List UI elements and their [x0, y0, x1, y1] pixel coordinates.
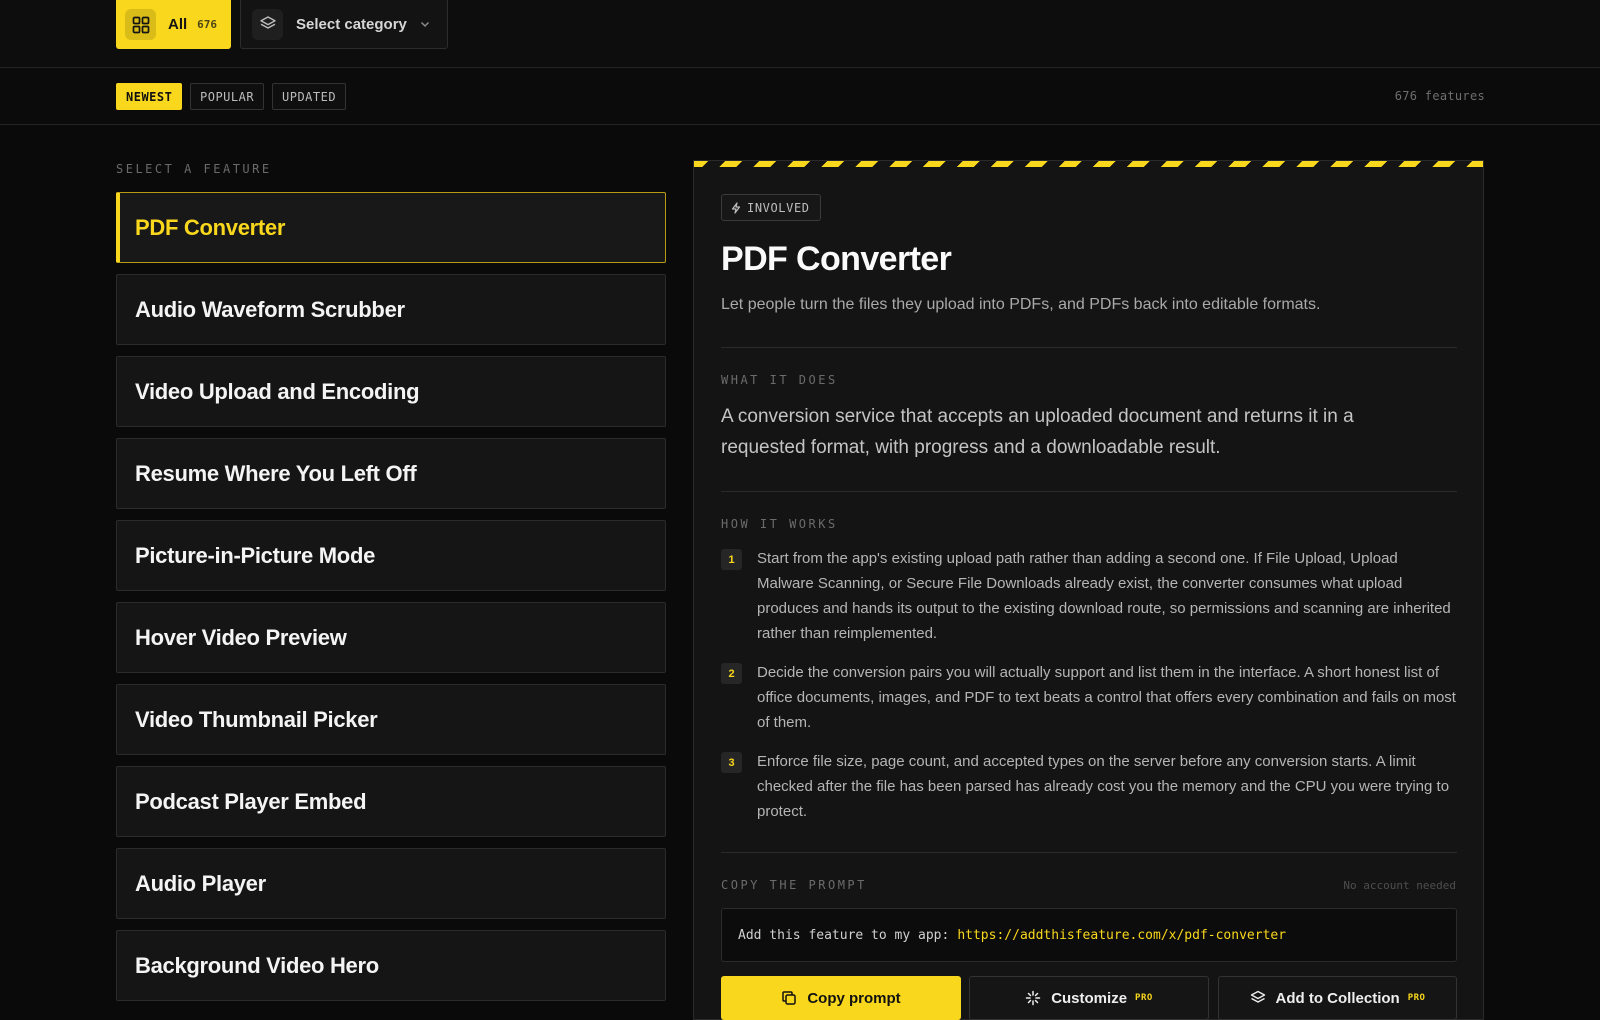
- no-account-note: No account needed: [1343, 879, 1456, 892]
- sort-popular[interactable]: POPULAR: [190, 83, 265, 110]
- list-item[interactable]: Audio Player: [116, 848, 666, 919]
- step-item: 3 Enforce file size, page count, and acc…: [721, 749, 1457, 824]
- what-it-does-label: WHAT IT DOES: [721, 373, 838, 387]
- list-title: SELECT A FEATURE: [116, 162, 272, 176]
- list-item[interactable]: PDF Converter: [116, 192, 666, 263]
- step-text: Enforce file size, page count, and accep…: [757, 753, 1450, 820]
- sort-updated[interactable]: UPDATED: [272, 83, 347, 110]
- prompt-url[interactable]: https://addthisfeature.com/x/pdf-convert…: [957, 928, 1286, 943]
- hazard-stripe: [694, 161, 1483, 167]
- badge-label: INVOLVED: [747, 200, 810, 215]
- list-item[interactable]: Video Thumbnail Picker: [116, 684, 666, 755]
- layers-icon: [252, 8, 283, 40]
- top-bar: All 676 Select category: [0, 0, 1600, 68]
- bolt-icon: [731, 201, 741, 214]
- what-it-does-text: A conversion service that accepts an upl…: [721, 406, 1354, 458]
- grid-icon: [125, 9, 156, 40]
- step-number: 2: [721, 663, 742, 684]
- all-count: 676: [197, 18, 218, 31]
- layers-icon: [1250, 990, 1265, 1003]
- add-to-collection-label: Add to Collection: [1275, 989, 1400, 1007]
- category-placeholder: Select category: [296, 15, 407, 33]
- chevron-down-icon: [419, 18, 431, 30]
- feature-subtitle: Let people turn the files they upload in…: [721, 296, 1321, 313]
- divider: [721, 347, 1457, 348]
- step-text: Decide the conversion pairs you will act…: [757, 664, 1456, 731]
- list-item[interactable]: Audio Waveform Scrubber: [116, 274, 666, 345]
- prompt-box[interactable]: Add this feature to my app: https://addt…: [721, 908, 1457, 962]
- customize-button[interactable]: Customize PRO: [969, 976, 1209, 1020]
- step-item: 1 Start from the app's existing upload p…: [721, 546, 1457, 646]
- list-item[interactable]: Resume Where You Left Off: [116, 438, 666, 509]
- list-item[interactable]: Background Video Hero: [116, 930, 666, 1001]
- feature-list: PDF Converter Audio Waveform Scrubber Vi…: [116, 192, 666, 1012]
- pro-badge: PRO: [1135, 993, 1153, 1003]
- copy-icon: [782, 991, 797, 1005]
- list-item[interactable]: Hover Video Preview: [116, 602, 666, 673]
- prompt-prefix: Add this feature to my app:: [738, 927, 950, 943]
- step-item: 2 Decide the conversion pairs you will a…: [721, 660, 1457, 735]
- divider: [721, 852, 1457, 853]
- all-label: All: [168, 16, 188, 33]
- feature-count: 676 features: [1394, 89, 1485, 103]
- sparkle-icon: [1025, 990, 1041, 1006]
- all-categories-button[interactable]: All 676: [116, 0, 231, 49]
- feature-title: PDF Converter: [721, 240, 952, 278]
- category-select[interactable]: Select category: [240, 0, 448, 49]
- add-to-collection-button[interactable]: Add to Collection PRO: [1218, 976, 1457, 1020]
- step-number: 3: [721, 752, 742, 773]
- list-item[interactable]: Video Upload and Encoding: [116, 356, 666, 427]
- list-item[interactable]: Picture-in-Picture Mode: [116, 520, 666, 591]
- customize-label: Customize: [1051, 989, 1128, 1007]
- complexity-badge: INVOLVED: [721, 194, 821, 221]
- pro-badge: PRO: [1407, 993, 1426, 1003]
- copy-prompt-button[interactable]: Copy prompt: [721, 976, 961, 1020]
- feature-detail-panel: INVOLVED PDF Converter Let people turn t…: [693, 160, 1484, 1020]
- copy-prompt-label: COPY THE PROMPT: [721, 878, 867, 892]
- copy-prompt-label: Copy prompt: [807, 989, 901, 1007]
- sort-bar: NEWEST POPULAR UPDATED 676 features: [0, 68, 1600, 125]
- how-it-works-label: HOW IT WORKS: [721, 517, 838, 531]
- sort-newest[interactable]: NEWEST: [116, 83, 183, 110]
- list-item[interactable]: Podcast Player Embed: [116, 766, 666, 837]
- step-number: 1: [721, 549, 742, 570]
- steps-list: 1 Start from the app's existing upload p…: [721, 546, 1457, 838]
- divider: [721, 491, 1457, 492]
- step-text: Start from the app's existing upload pat…: [757, 550, 1451, 642]
